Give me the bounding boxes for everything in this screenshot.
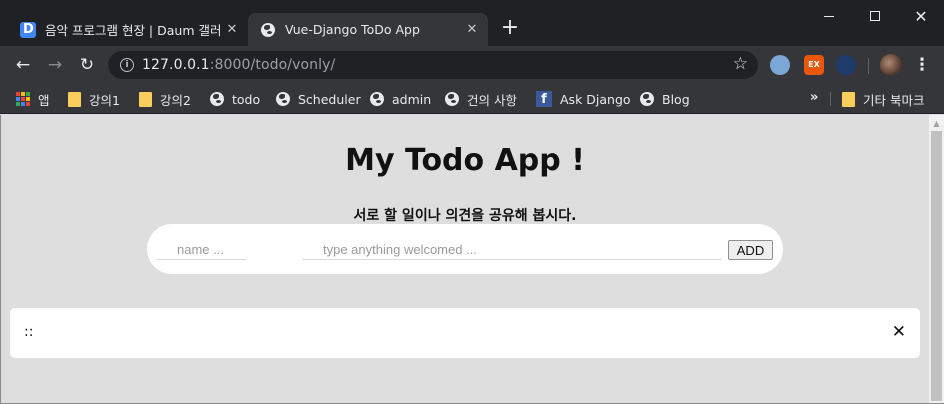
tab-title: Vue-Django ToDo App xyxy=(285,22,420,37)
page-viewport: My Todo App ! 서로 할 일이나 의견을 공유해 봅시다. ADD … xyxy=(0,115,944,404)
page-title: My Todo App ! xyxy=(345,143,585,178)
bookmark-suggestions[interactable]: 건의 사항 xyxy=(445,89,517,109)
close-window-button[interactable]: ✕ xyxy=(898,0,944,32)
folder-icon xyxy=(842,91,855,107)
globe-icon xyxy=(370,92,384,106)
maximize-icon xyxy=(870,11,880,21)
globe-icon xyxy=(210,92,224,106)
bookmark-other[interactable]: 기타 북마크 xyxy=(842,89,924,109)
page-subtitle: 서로 할 일이나 의견을 공유해 봅시다. xyxy=(353,208,577,224)
more-bookmarks-icon[interactable]: » xyxy=(810,90,818,105)
bookmark-label: todo xyxy=(232,91,261,107)
reload-button[interactable]: ↻ xyxy=(75,53,99,77)
reload-icon: ↻ xyxy=(79,55,95,75)
new-tab-button[interactable]: + xyxy=(498,17,522,41)
todo-text: :: xyxy=(24,324,34,340)
close-tab-icon[interactable]: ✕ xyxy=(464,22,480,38)
bookmark-star-icon[interactable]: ☆ xyxy=(733,54,748,74)
back-button[interactable]: ← xyxy=(11,53,35,77)
tab-title: 음악 프로그램 현장 | Daum 갤러리 xyxy=(45,23,220,38)
daum-icon xyxy=(20,21,36,38)
info-icon[interactable]: i xyxy=(120,58,134,72)
bookmark-label: admin xyxy=(392,91,432,107)
minimize-button[interactable] xyxy=(806,0,852,32)
bookmark-blog[interactable]: Blog xyxy=(640,89,690,109)
bookmark-scheduler[interactable]: Scheduler xyxy=(276,89,361,109)
facebook-icon: f xyxy=(536,91,552,107)
bookmark-todo[interactable]: todo xyxy=(210,89,260,109)
vertical-scrollbar[interactable]: ▲ xyxy=(929,115,944,403)
globe-icon xyxy=(276,92,290,106)
url-text[interactable]: 127.0.0.1:8000/todo/vonly/ xyxy=(142,57,335,73)
todo-input-form: ADD xyxy=(147,224,783,274)
close-tab-icon[interactable]: ✕ xyxy=(224,22,240,38)
menu-icon[interactable]: ⋮ xyxy=(912,53,932,77)
apps-icon xyxy=(16,92,30,106)
url-path: :8000/todo/vonly/ xyxy=(209,57,336,73)
bookmark-label: 강의1 xyxy=(89,92,120,108)
extension-icon[interactable] xyxy=(836,55,856,75)
globe-icon xyxy=(640,92,654,106)
forward-button[interactable]: → xyxy=(43,53,67,77)
extension-ex-icon[interactable]: EX xyxy=(804,55,824,75)
bookmark-label: Scheduler xyxy=(298,91,361,107)
tab-daum[interactable]: 음악 프로그램 현장 | Daum 갤러리 ✕ xyxy=(8,13,248,46)
globe-icon xyxy=(260,22,276,38)
bookmark-folder-lecture1[interactable]: 강의1 xyxy=(68,89,120,109)
minimize-icon xyxy=(824,15,834,17)
add-button[interactable]: ADD xyxy=(728,240,773,260)
globe-icon xyxy=(445,92,459,106)
extension-icon[interactable] xyxy=(770,55,790,75)
bookmark-label: 강의2 xyxy=(160,92,191,108)
maximize-button[interactable] xyxy=(852,0,898,32)
todo-input[interactable] xyxy=(302,240,722,260)
tab-todo-app[interactable]: Vue-Django ToDo App ✕ xyxy=(248,13,488,46)
bookmark-ask-django[interactable]: f Ask Django xyxy=(536,89,631,109)
remove-todo-icon[interactable]: ✕ xyxy=(892,322,906,342)
close-icon: ✕ xyxy=(914,6,928,26)
toolbar-divider xyxy=(868,58,869,74)
bookmark-label: Blog xyxy=(662,91,690,107)
arrow-right-icon: → xyxy=(47,55,63,75)
folder-icon xyxy=(68,91,81,107)
bookmark-label: 기타 북마크 xyxy=(863,92,925,108)
bookmark-label: 건의 사항 xyxy=(467,92,517,108)
todo-item: :: ✕ xyxy=(10,308,920,358)
profile-avatar[interactable] xyxy=(880,54,902,76)
bookmark-folder-lecture2[interactable]: 강의2 xyxy=(139,89,191,109)
folder-icon xyxy=(139,91,152,107)
bookmark-apps[interactable]: 앱 xyxy=(16,89,50,109)
url-host: 127.0.0.1 xyxy=(142,57,210,73)
browser-toolbar: ← → ↻ i 127.0.0.1:8000/todo/vonly/ ☆ EX … xyxy=(0,46,944,84)
scroll-up-icon[interactable]: ▲ xyxy=(929,119,944,129)
scroll-thumb[interactable] xyxy=(931,131,942,401)
bookmarks-divider xyxy=(830,92,831,106)
bookmark-label: Ask Django xyxy=(560,91,631,107)
arrow-left-icon: ← xyxy=(15,55,31,75)
bookmark-admin[interactable]: admin xyxy=(370,89,431,109)
name-input[interactable] xyxy=(156,240,246,260)
tab-strip: 음악 프로그램 현장 | Daum 갤러리 ✕ Vue-Django ToDo … xyxy=(0,0,944,46)
address-bar[interactable]: i 127.0.0.1:8000/todo/vonly/ ☆ xyxy=(108,51,758,79)
bookmarks-bar: 앱 강의1 강의2 todo Scheduler admin 건의 사항 f A… xyxy=(0,84,944,114)
bookmark-label: 앱 xyxy=(38,92,50,108)
